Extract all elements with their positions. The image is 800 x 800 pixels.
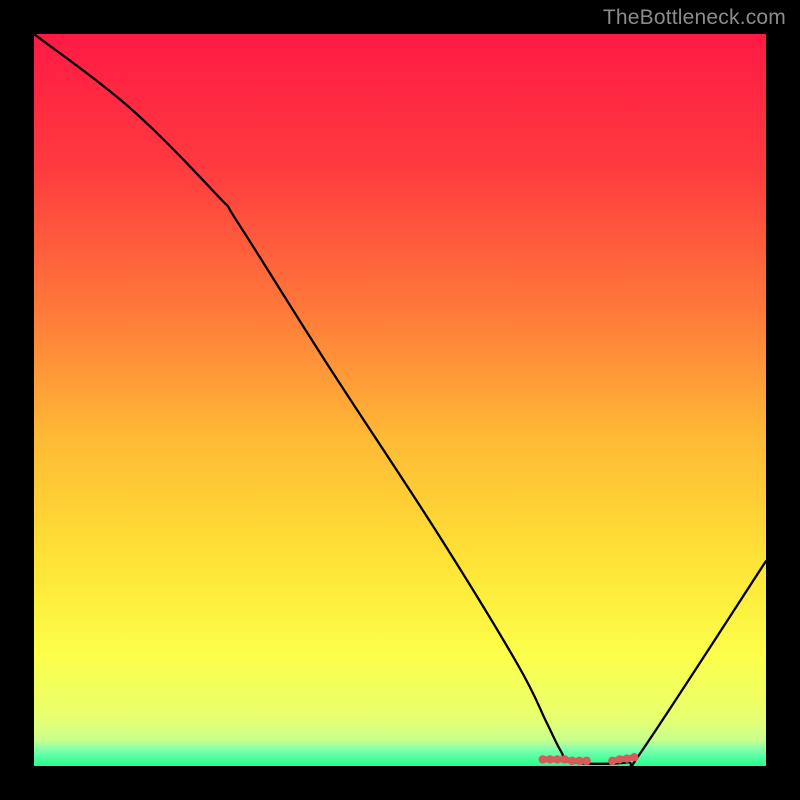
chart-svg: [34, 34, 766, 766]
chart-frame: TheBottleneck.com: [0, 0, 800, 800]
valley-marker-dash: [627, 757, 634, 758]
gradient-background: [34, 34, 766, 766]
watermark-text: TheBottleneck.com: [603, 6, 786, 30]
plot-area: [34, 34, 766, 766]
